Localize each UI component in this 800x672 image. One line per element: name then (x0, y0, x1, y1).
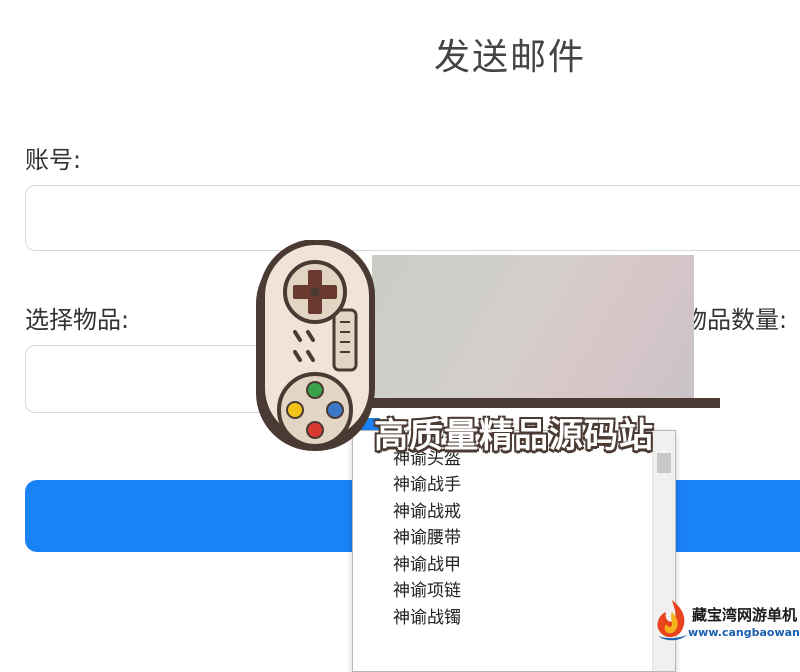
dropdown-option[interactable]: 神谕项链 (353, 578, 653, 605)
dropdown-option[interactable]: 神谕战甲 (353, 552, 653, 579)
dropdown-option[interactable]: 神谕腰带 (353, 525, 653, 552)
watermark-url: www.cangbaowan.net (688, 626, 800, 639)
flame-logo-icon (657, 600, 688, 641)
item-select-label: 选择物品: (25, 306, 130, 334)
gamepad-icon (250, 239, 380, 459)
item-dropdown-list[interactable]: 神谕战剑 神谕头盔 神谕战手 神谕战戒 神谕腰带 神谕战甲 神谕项链 神谕战镯 (352, 430, 676, 672)
quantity-label: 物品数量: (683, 306, 788, 334)
watermark-site-name: 藏宝湾网游单机 (692, 606, 798, 624)
dropdown-option[interactable]: 神谕战镯 (353, 605, 653, 632)
page-title: 发送邮件 (433, 37, 586, 78)
scrollbar-thumb[interactable] (657, 453, 671, 473)
banner-text: 高质量精品源码站 (374, 416, 654, 456)
account-input[interactable] (25, 185, 800, 251)
site-watermark: 藏宝湾网游单机 www.cangbaowan.net (652, 596, 800, 646)
dropdown-option[interactable]: 神谕战戒 (353, 499, 653, 526)
dropdown-option[interactable]: 神谕战手 (353, 472, 653, 499)
blurred-overlay-image (372, 255, 694, 398)
banner-underline (360, 398, 720, 408)
account-label: 账号: (25, 146, 82, 174)
